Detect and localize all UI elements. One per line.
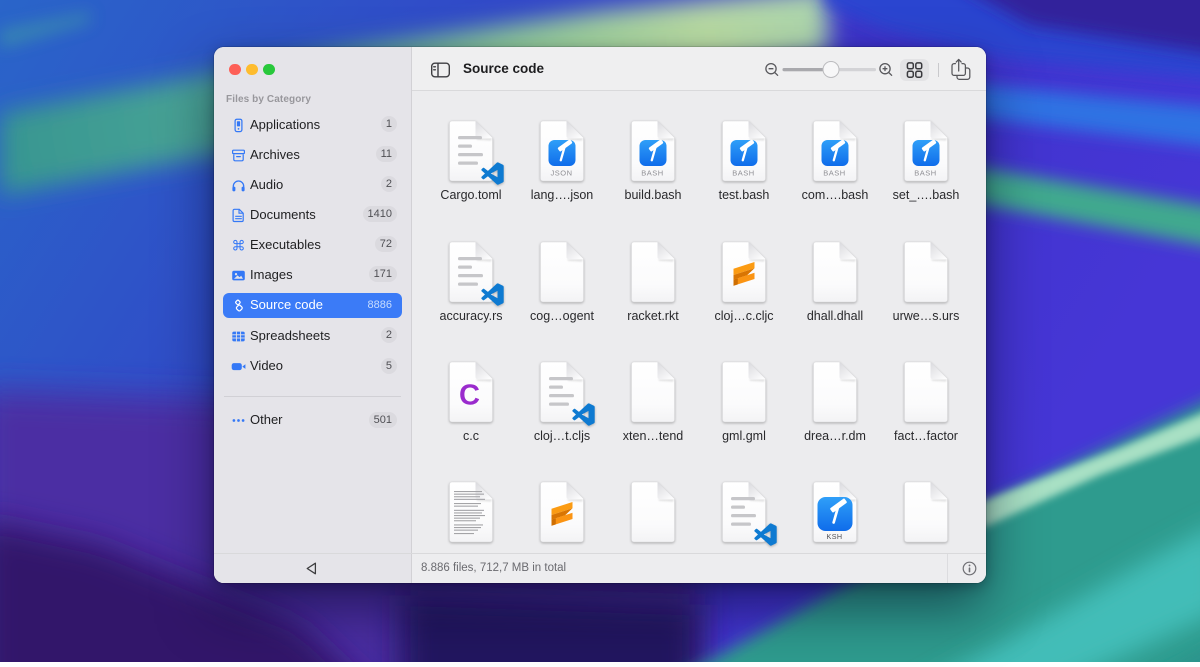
svg-text:BASH: BASH [914,169,936,178]
svg-text:⌘: ⌘ [232,238,246,253]
svg-text:BASH: BASH [641,169,663,178]
svg-text:BASH: BASH [732,169,754,178]
svg-text:C: C [459,380,480,412]
svg-text:BASH: BASH [823,169,845,178]
svg-text:JSON: JSON [550,169,572,178]
svg-text:KSH: KSH [827,532,843,541]
